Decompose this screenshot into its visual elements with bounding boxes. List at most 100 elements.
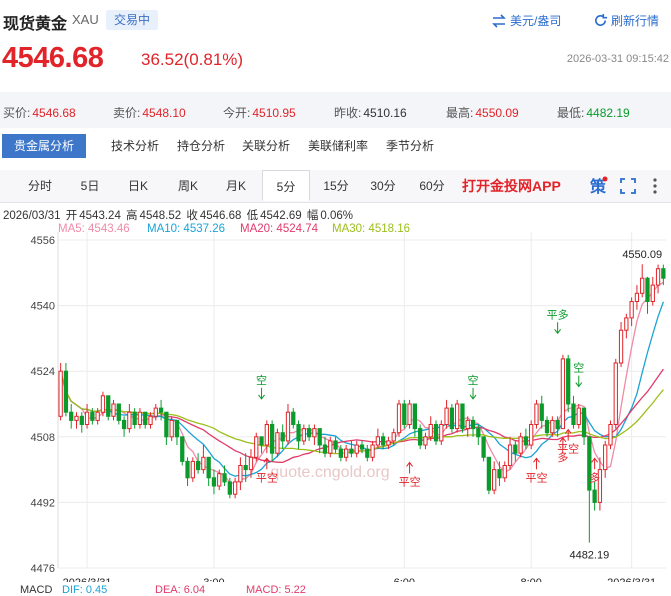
stat-bid: 买价: 4546.68 — [3, 106, 76, 120]
candle-body — [264, 424, 269, 446]
trade-signal-label: 空 — [573, 361, 584, 375]
candle-body — [629, 301, 634, 319]
candle — [254, 432, 259, 462]
policy-icon[interactable]: 策 — [588, 170, 608, 202]
period-tab-60min[interactable]: 60分 — [410, 170, 454, 202]
refresh-label: 刷新行情 — [611, 14, 660, 28]
candle-body — [428, 424, 433, 438]
candle-body — [322, 444, 328, 454]
candle-body — [645, 277, 650, 303]
candle-date: 2026/03/31 — [3, 210, 61, 222]
candle-body — [201, 456, 206, 471]
tab-precious-metals[interactable]: 贵金属分析 — [2, 134, 87, 158]
candle — [396, 399, 402, 437]
candle-body — [412, 403, 418, 430]
period-tabs: 分时 5日 日K 周K 月K 5分 15分 30分 60分 打开金投网APP 策 — [0, 170, 671, 203]
candle-body — [74, 415, 79, 421]
stat-ask: 卖价: 4548.10 — [113, 106, 186, 120]
tab-fed-rate[interactable]: 美联储利率 — [308, 134, 368, 158]
candle-body — [100, 395, 106, 413]
candle-body — [539, 403, 544, 421]
candle-body — [497, 469, 502, 479]
fullscreen-icon[interactable] — [619, 170, 637, 202]
candle-body — [137, 411, 143, 425]
candle-body — [613, 362, 618, 425]
trade-signal-label: 平空 — [399, 474, 421, 488]
candle-body — [174, 419, 180, 438]
currency-unit-button[interactable]: 美元/盎司 — [491, 12, 561, 29]
candle-body — [195, 460, 201, 471]
candle-body — [370, 444, 375, 458]
candle-body — [259, 436, 264, 446]
candle — [560, 354, 566, 430]
period-tab-daily[interactable]: 日K — [116, 170, 160, 202]
period-tab-weekly[interactable]: 周K — [166, 170, 210, 202]
candle-body — [338, 448, 343, 458]
candle-body — [550, 419, 555, 434]
candle-body — [634, 292, 640, 302]
instrument-code: XAU — [72, 12, 99, 27]
stat-high: 最高: 4550.09 — [446, 106, 519, 120]
tab-technical[interactable]: 技术分析 — [111, 134, 159, 158]
trade-signal-label: 多 — [589, 470, 600, 484]
candle — [518, 432, 523, 458]
candle-body — [507, 444, 513, 466]
candle-body — [655, 268, 661, 286]
quote-header: 现货黄金 XAU 交易中 美元/盎司 刷新行情 — [0, 0, 671, 40]
candle — [481, 436, 486, 462]
period-tab-30min[interactable]: 30分 — [361, 170, 405, 202]
candle-body — [576, 407, 581, 426]
candle-body — [529, 424, 534, 446]
y-tick-label: 4524 — [31, 366, 55, 378]
analysis-tabs: 贵金属分析 技术分析 持仓分析 关联分析 美联储利率 季节分析 — [0, 134, 671, 160]
candle-body — [534, 403, 539, 425]
candle-body — [217, 473, 222, 487]
y-tick-label: 4556 — [31, 235, 55, 247]
candle — [613, 358, 618, 429]
candle-body — [84, 411, 90, 425]
period-tab-5min[interactable]: 5分 — [262, 170, 310, 201]
period-tab-15min[interactable]: 15分 — [314, 170, 358, 202]
candle-body — [455, 403, 460, 430]
extreme-price-label: 4550.09 — [622, 249, 662, 261]
candle-body — [460, 403, 465, 430]
candle-body — [560, 358, 566, 430]
candle — [534, 399, 539, 429]
candle-body — [143, 411, 148, 425]
tab-seasonal[interactable]: 季节分析 — [386, 134, 434, 158]
trade-signal-label: 平空 — [557, 442, 579, 456]
candle-body — [222, 473, 227, 483]
candle-body — [381, 436, 386, 446]
candle-body — [180, 436, 185, 462]
candle-body — [312, 428, 317, 438]
more-icon[interactable] — [650, 170, 660, 202]
candle-body — [640, 277, 645, 294]
candle-body — [206, 456, 211, 479]
candle-body — [555, 419, 560, 430]
tab-positions[interactable]: 持仓分析 — [177, 134, 225, 158]
period-tab-5day[interactable]: 5日 — [68, 170, 112, 202]
candle-body — [185, 460, 190, 479]
open-app-link[interactable]: 打开金投网APP — [462, 170, 561, 202]
candle-body — [354, 444, 359, 454]
candle-body — [581, 407, 587, 438]
candle-body — [275, 432, 280, 454]
candle-body — [661, 268, 666, 279]
candle-body — [227, 481, 232, 495]
candle-body — [386, 440, 391, 446]
candle — [180, 436, 185, 466]
candle-info-line: 2026/03/31 开 4543.24 高 4548.52 收 4546.68 低4… — [3, 210, 353, 222]
candlestick-chart[interactable]: 4476 4492 4508 4524 4540 4556 2026/3/31 3:00 6:0… — [0, 232, 671, 582]
tab-correlation[interactable]: 关联分析 — [242, 134, 290, 158]
period-tab-monthly[interactable]: 月K — [214, 170, 258, 202]
candle-body — [465, 419, 470, 430]
macd-legend-title: MACD — [20, 584, 53, 596]
period-tab-intraday[interactable]: 分时 — [18, 170, 62, 202]
candle-body — [106, 395, 111, 417]
refresh-quote-button[interactable]: 刷新行情 — [593, 12, 659, 29]
candle-body — [301, 428, 306, 442]
x-tick-label: 6:00 — [394, 577, 415, 582]
trade-signal-label: 平空 — [525, 470, 547, 484]
candle — [169, 416, 174, 441]
candle-body — [492, 469, 497, 491]
